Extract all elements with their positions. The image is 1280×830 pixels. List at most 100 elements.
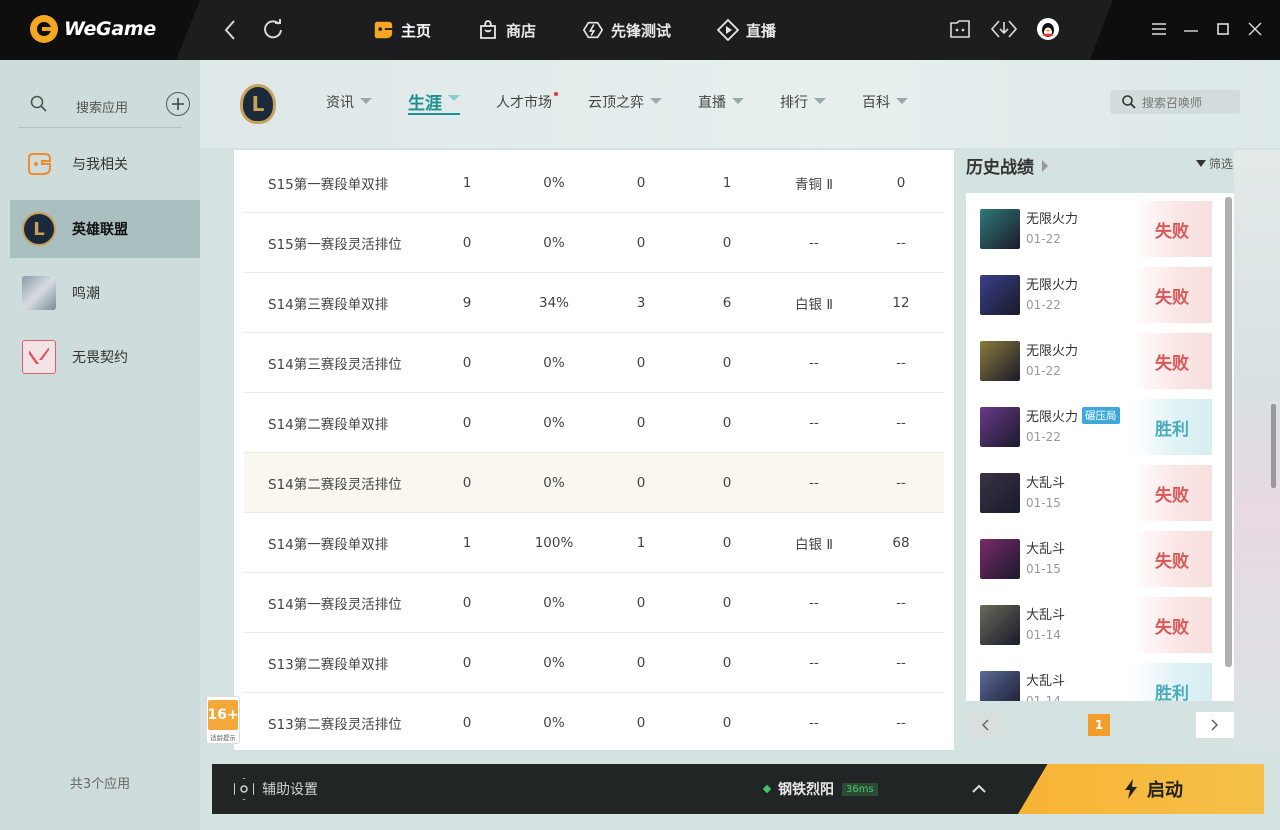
match-item[interactable]: 无限火力 01-22 失败 — [976, 201, 1212, 261]
close-button[interactable] — [1246, 18, 1264, 40]
match-item[interactable]: 大乱斗 01-14 胜利 — [976, 663, 1212, 701]
table-row[interactable]: S13第二赛段单双排 0 0% 0 0 -- -- — [244, 633, 944, 693]
table-cell: 1 — [462, 534, 472, 551]
sidebar-item-related[interactable]: 与我相关 — [10, 135, 200, 193]
table-cell: 0% — [543, 474, 565, 491]
summoner-search-input[interactable]: 搜索召唤师 — [1110, 90, 1240, 114]
table-cell: 100% — [534, 534, 574, 551]
table-cell: -- — [896, 714, 906, 731]
chevron-right-icon — [1042, 159, 1048, 172]
tab-talent-market[interactable]: 人才市场 — [496, 92, 558, 118]
table-row[interactable]: S15第一赛段灵活排位 0 0% 0 0 -- -- — [244, 213, 944, 273]
topnav-home[interactable]: 主页 — [372, 16, 431, 44]
messages-button[interactable] — [948, 17, 972, 45]
menu-button[interactable] — [1150, 18, 1168, 40]
server-selector[interactable]: 钢铁烈阳 36ms — [762, 779, 878, 799]
bottom-bar: 辅助设置 钢铁烈阳 36ms 启动 — [212, 764, 1264, 814]
table-row[interactable]: S14第三赛段灵活排位 0 0% 0 0 -- -- — [244, 333, 944, 393]
tab-label: 百科 — [862, 95, 890, 111]
caret-down-icon — [814, 98, 826, 104]
match-result: 失败 — [1132, 531, 1212, 587]
sidebar-item-valorant[interactable]: 无畏契约 — [10, 328, 200, 386]
server-name: 钢铁烈阳 — [778, 782, 834, 798]
history-title[interactable]: 历史战绩 — [966, 153, 1048, 178]
tab-career[interactable]: 生涯 — [408, 89, 460, 115]
topnav-vanguard-test[interactable]: 先锋测试 — [582, 16, 671, 44]
match-item[interactable]: 大乱斗 01-14 失败 — [976, 597, 1212, 657]
topnav-label: 先锋测试 — [611, 21, 672, 40]
table-cell: 68 — [892, 534, 910, 551]
table-row[interactable]: S13第二赛段灵活排位 0 0% 0 0 -- -- — [244, 693, 944, 750]
topnav-label: 商店 — [506, 21, 537, 40]
table-cell: -- — [809, 234, 819, 251]
wegame-logo[interactable]: WeGame — [30, 15, 156, 43]
table-row[interactable]: S14第一赛段灵活排位 0 0% 0 0 -- -- — [244, 573, 944, 633]
tab-ranking[interactable]: 排行 — [780, 92, 826, 118]
download-button[interactable] — [990, 17, 1018, 45]
match-item[interactable]: 无限火力 碾压局 01-22 胜利 — [976, 399, 1212, 459]
tab-news[interactable]: 资讯 — [326, 92, 372, 118]
table-row[interactable]: S14第三赛段单双排 9 34% 3 6 白银 Ⅱ 12 — [244, 273, 944, 333]
refresh-button[interactable] — [262, 18, 284, 46]
hexagon-settings-icon — [234, 778, 254, 800]
user-avatar[interactable] — [1036, 17, 1060, 45]
sidebar-item-wuthering-waves[interactable]: 鸣潮 — [10, 264, 200, 322]
topnav-live[interactable]: 直播 — [717, 16, 776, 44]
menu-icon — [1152, 23, 1166, 35]
match-item[interactable]: 无限火力 01-22 失败 — [976, 267, 1212, 327]
match-result: 胜利 — [1132, 663, 1212, 701]
next-page-button[interactable] — [1196, 712, 1234, 738]
tab-live[interactable]: 直播 — [698, 92, 744, 118]
app-search[interactable]: 搜索应用 — [18, 88, 190, 128]
expand-server-button[interactable] — [972, 778, 986, 799]
summoner-search-placeholder: 搜索召唤师 — [1142, 95, 1203, 110]
launch-button[interactable]: 启动 — [1018, 764, 1264, 814]
server-status-icon — [762, 784, 772, 794]
match-item[interactable]: 无限火力 01-22 失败 — [976, 333, 1212, 393]
tab-wiki[interactable]: 百科 — [862, 92, 908, 118]
lol-logo-icon[interactable]: L — [240, 84, 276, 124]
champion-avatar — [980, 209, 1020, 249]
tab-tft[interactable]: 云顶之弈 — [588, 92, 662, 118]
back-button[interactable] — [222, 18, 238, 48]
match-result: 失败 — [1132, 333, 1212, 389]
table-row[interactable]: S14第二赛段灵活排位 0 0% 0 0 -- -- — [244, 453, 944, 513]
table-cell: 0 — [462, 414, 472, 431]
history-scrollbar[interactable] — [1225, 197, 1232, 667]
sidebar: 搜索应用 与我相关 L 英雄联盟 鸣潮 无畏契约 共3个应用 — [0, 60, 200, 830]
match-item[interactable]: 大乱斗 01-15 失败 — [976, 465, 1212, 525]
table-cell: S13第二赛段灵活排位 — [268, 716, 402, 733]
table-cell: 34% — [538, 294, 569, 311]
add-app-button[interactable] — [166, 92, 190, 116]
topnav-store[interactable]: 商店 — [477, 16, 536, 44]
champion-avatar — [980, 671, 1020, 701]
filter-button[interactable]: 筛选 — [1196, 155, 1233, 172]
new-dot-icon — [554, 92, 558, 96]
launch-label: 启动 — [1147, 780, 1183, 801]
table-cell: -- — [809, 474, 819, 491]
table-row[interactable]: S14第二赛段单双排 0 0% 0 0 -- -- — [244, 393, 944, 453]
table-cell: 0 — [636, 174, 646, 191]
maximize-button[interactable] — [1214, 18, 1232, 40]
sidebar-item-label: 鸣潮 — [72, 286, 100, 302]
table-cell: 0 — [636, 714, 646, 731]
table-row[interactable]: S14第一赛段单双排 1 100% 1 0 白银 Ⅱ 68 — [244, 513, 944, 573]
table-row[interactable]: S15第一赛段单双排 1 0% 0 1 青铜 Ⅱ 0 — [244, 153, 944, 213]
table-cell: -- — [809, 594, 819, 611]
sidebar-item-lol[interactable]: L 英雄联盟 — [10, 200, 200, 258]
table-cell: 0 — [896, 174, 906, 191]
page-scrollbar[interactable] — [1271, 404, 1276, 488]
match-item[interactable]: 大乱斗 01-15 失败 — [976, 531, 1212, 591]
assist-settings-button[interactable]: 辅助设置 — [234, 778, 318, 800]
table-cell: -- — [896, 234, 906, 251]
table-cell: S14第三赛段灵活排位 — [268, 356, 402, 373]
current-page[interactable]: 1 — [1088, 714, 1110, 736]
tab-label: 人才市场 — [496, 95, 552, 111]
table-cell: 1 — [722, 174, 732, 191]
qq-penguin-icon — [1037, 18, 1059, 40]
download-icon — [990, 20, 1018, 38]
minimize-button[interactable] — [1182, 18, 1200, 40]
table-cell: 0 — [636, 414, 646, 431]
prev-page-button[interactable] — [966, 712, 1004, 738]
match-mode: 无限火力 — [1026, 340, 1078, 359]
